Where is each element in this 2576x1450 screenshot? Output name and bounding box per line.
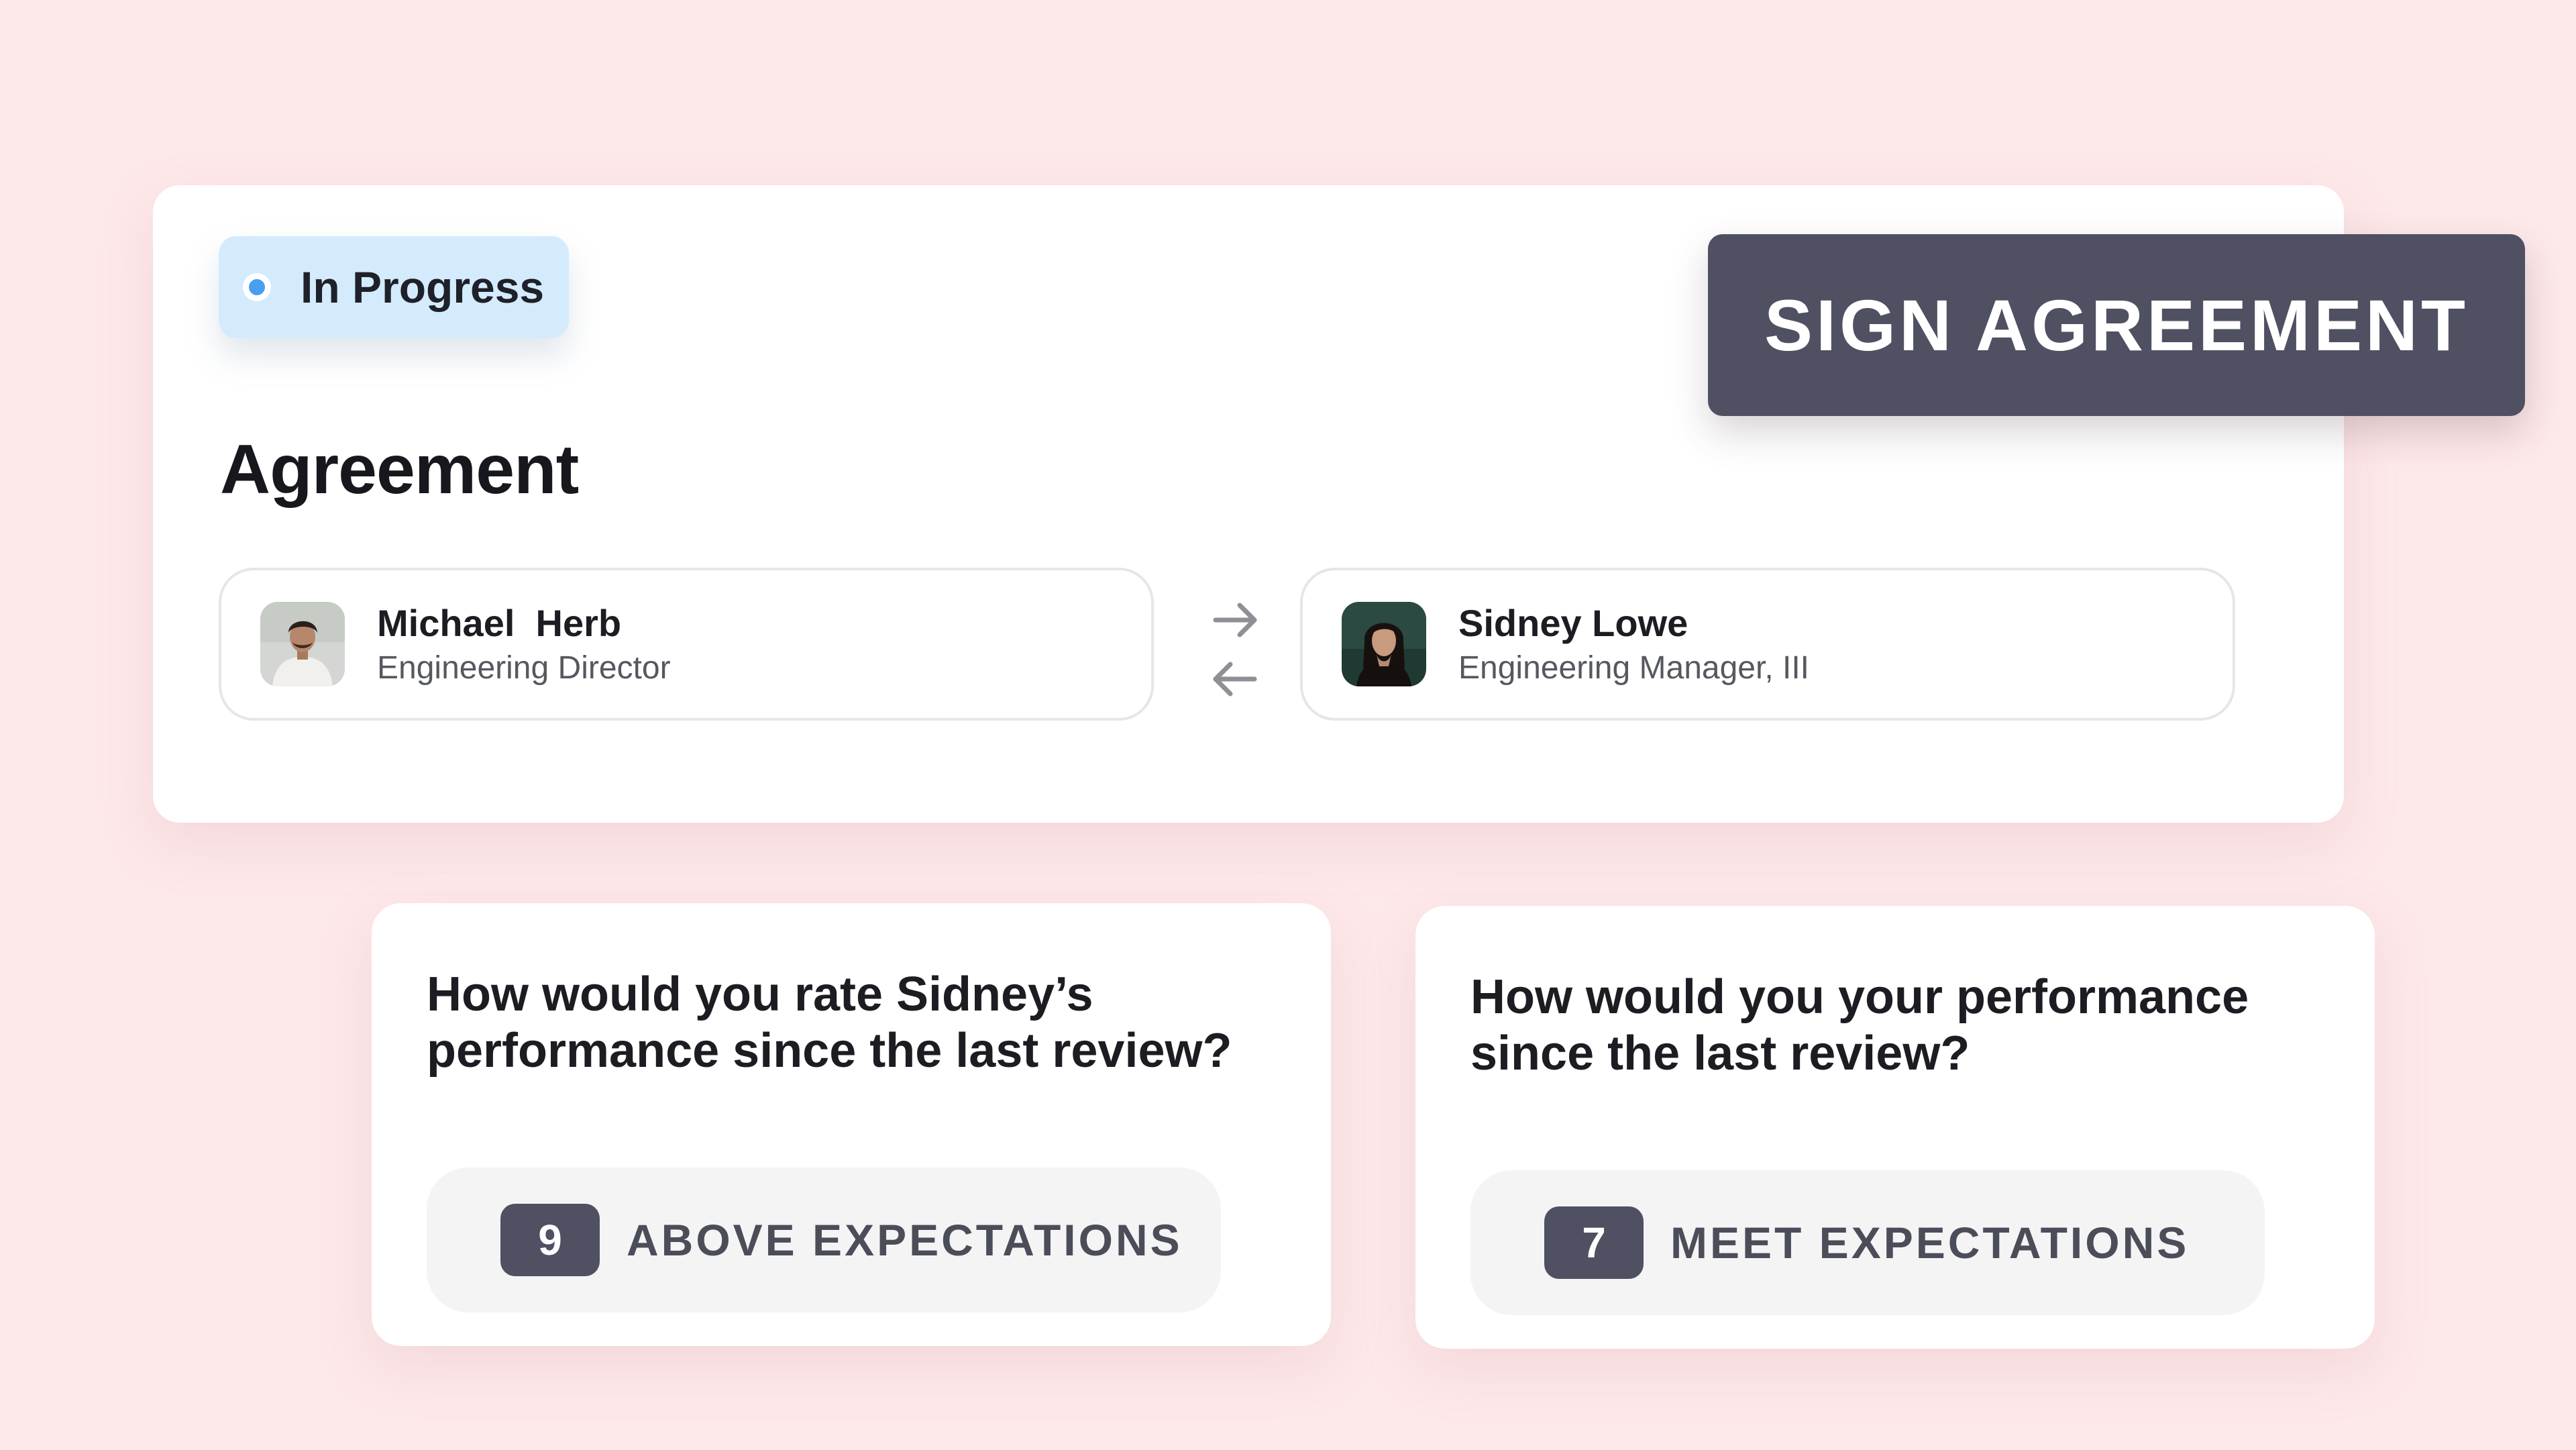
swap-arrows-icon[interactable] (1201, 592, 1268, 699)
party-card-sidney[interactable]: Sidney Lowe Engineering Manager, III (1300, 568, 2235, 721)
question-text: How would you rate Sidney’s performance … (427, 968, 1232, 1078)
question-card: How would you rate Sidney’s performance … (372, 903, 1331, 1346)
rating-answer[interactable]: 7 MEET EXPECTATIONS (1470, 1170, 2265, 1315)
score-badge: 9 (500, 1204, 600, 1276)
person-photo-icon (260, 602, 345, 686)
question-text: How would you your performance since the… (1470, 970, 2249, 1080)
person-photo-icon (1342, 602, 1426, 686)
rating-label: ABOVE EXPECTATIONS (627, 1215, 1183, 1265)
score-badge: 7 (1544, 1206, 1644, 1279)
party-role: Engineering Director (377, 650, 671, 686)
status-label: In Progress (301, 262, 545, 312)
rating-label: MEET EXPECTATIONS (1670, 1218, 2190, 1267)
party-name: Sidney Lowe (1458, 602, 1688, 645)
avatar (1342, 602, 1426, 686)
party-card-michael[interactable]: Michael Herb Engineering Director (219, 568, 1154, 721)
page-title: Agreement (220, 431, 579, 509)
question-card: How would you your performance since the… (1415, 906, 2375, 1349)
status-badge: In Progress (219, 236, 569, 338)
status-dot-icon (243, 273, 271, 301)
party-name: Michael Herb (377, 602, 622, 645)
rating-answer[interactable]: 9 ABOVE EXPECTATIONS (427, 1168, 1221, 1312)
avatar (260, 602, 345, 686)
party-role: Engineering Manager, III (1458, 650, 1810, 686)
canvas: In Progress Agreement Michael Herb Engin… (0, 0, 2576, 1450)
sign-agreement-button[interactable]: SIGN AGREEMENT (1708, 234, 2525, 416)
